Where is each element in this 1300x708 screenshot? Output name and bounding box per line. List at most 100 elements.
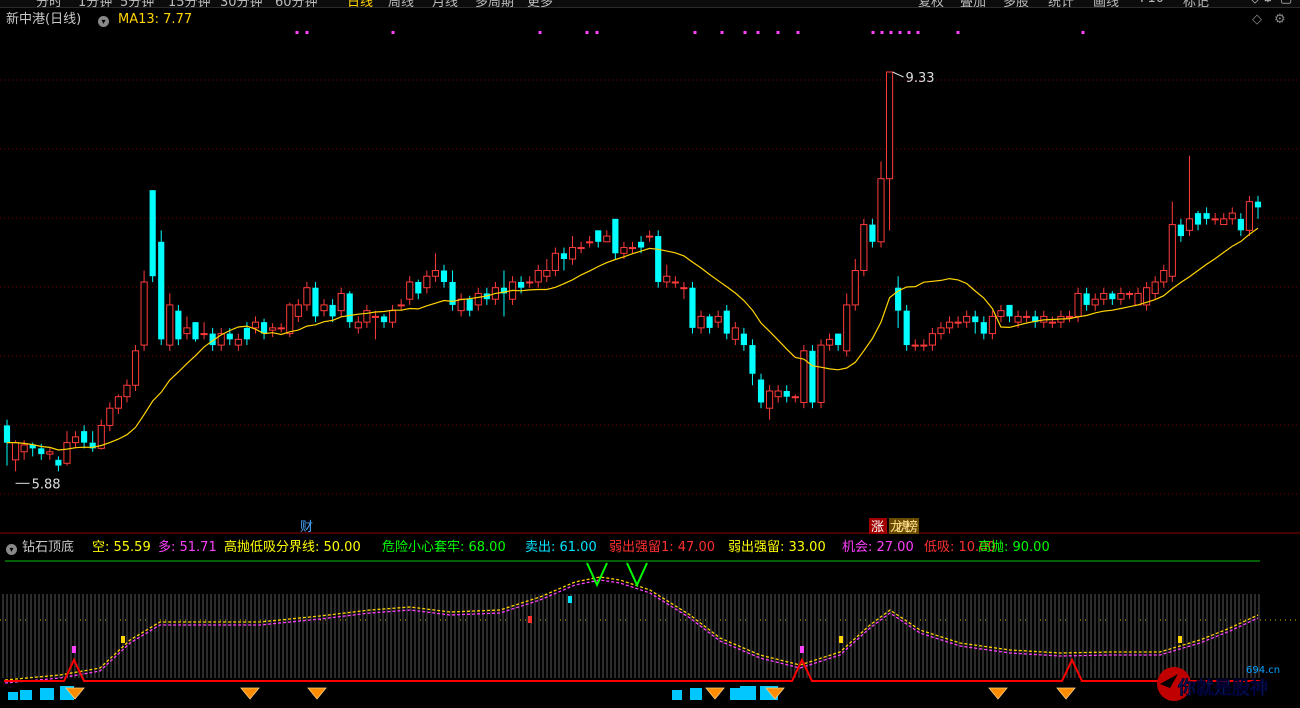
candle-body <box>158 241 165 340</box>
candle-body <box>431 270 440 277</box>
signal-dot <box>305 31 309 34</box>
candle-body <box>406 281 414 300</box>
indicator-legend-item: 高抛低吸分界线: 50.00 <box>224 540 361 555</box>
candle-body <box>1125 292 1134 295</box>
signal-dot <box>880 31 884 34</box>
buy-signal-v <box>626 562 648 588</box>
signal-dot <box>693 31 697 34</box>
candle-body <box>175 310 182 340</box>
candle-body <box>671 281 679 284</box>
candle-body <box>911 344 919 347</box>
candle-body <box>294 304 302 317</box>
candle-body <box>551 252 559 272</box>
candle-body <box>329 304 336 317</box>
candle-body <box>71 436 80 444</box>
candle-body <box>766 390 774 409</box>
candle-body <box>234 338 242 346</box>
candle-body <box>860 224 868 272</box>
candle-body <box>1237 218 1244 231</box>
candle-body <box>1091 298 1099 306</box>
volume-stripe <box>690 688 702 700</box>
signal-dot <box>871 31 875 34</box>
stock-title: 新中港(日线) <box>6 12 82 27</box>
candle-body <box>1109 293 1116 300</box>
indicator-legend-item: 空: 55.59 <box>92 540 151 555</box>
buy-signal-v <box>586 562 608 588</box>
candle-body <box>140 281 148 346</box>
candle-body <box>320 304 328 312</box>
candle-body <box>1117 292 1125 300</box>
signal-dot <box>889 31 893 34</box>
candle-body <box>388 310 397 323</box>
volume-stripe <box>40 688 54 700</box>
candle-body <box>963 315 971 323</box>
diamond-icon[interactable]: ◇ <box>1252 10 1262 30</box>
indicator-settings-icon[interactable]: ▾ <box>6 538 17 558</box>
candle-body <box>997 310 1005 317</box>
candle-body <box>637 241 645 248</box>
ma-value: MA13: 7.77 <box>118 12 193 27</box>
candle-body <box>791 396 799 399</box>
candle-body <box>346 293 353 323</box>
indicator-legend-item: 危险小心套牢: 68.00 <box>382 540 506 555</box>
volume-stripe <box>730 688 740 700</box>
signal-tick <box>1178 636 1182 643</box>
candle-body <box>243 327 251 340</box>
candle-body <box>131 350 140 386</box>
candle-body <box>809 350 816 403</box>
settings-icon[interactable]: ▾ <box>98 10 109 30</box>
watermark: 你就是股神 694.cn <box>1148 660 1298 704</box>
volume-stripe <box>8 692 18 700</box>
indicator-legend-item: 卖出: 61.00 <box>525 540 597 555</box>
candle-body <box>595 230 602 242</box>
candle-body <box>1228 212 1236 220</box>
candle-body <box>303 287 311 306</box>
candle-body <box>46 451 54 455</box>
candle-body <box>920 344 928 347</box>
svg-text:你就是股神: 你就是股神 <box>1177 677 1268 699</box>
candle-body <box>81 431 88 443</box>
low-label: 5.88 <box>32 477 61 492</box>
candle-body <box>706 316 713 328</box>
signal-tick <box>528 616 532 623</box>
watermark-logo: 你就是股神 694.cn <box>1157 665 1280 701</box>
signal-dot <box>907 31 911 34</box>
candle-body <box>723 310 730 334</box>
financial-report-marker[interactable]: 财 <box>300 520 313 535</box>
svg-text:694.cn: 694.cn <box>1246 665 1280 676</box>
signal-dot <box>776 31 780 34</box>
diamond-icon <box>307 687 327 700</box>
candle-body <box>877 178 885 243</box>
candle-body <box>286 304 294 335</box>
candle-body <box>1194 213 1202 225</box>
high-label: 9.33 <box>906 71 935 86</box>
candle-body <box>1048 321 1056 324</box>
high-arrow <box>892 71 904 78</box>
candle-body <box>380 316 388 323</box>
candle-body <box>945 321 954 329</box>
signal-dot <box>595 31 599 34</box>
candle-body <box>114 396 122 409</box>
candle-body <box>988 315 996 335</box>
candle-body <box>518 281 525 288</box>
candle-body <box>749 345 756 374</box>
candle-body <box>663 275 671 283</box>
candle-body <box>568 247 577 260</box>
candle-body <box>1014 315 1022 323</box>
candle-body <box>620 247 628 254</box>
candle-body <box>586 241 594 244</box>
candle-body <box>277 327 285 330</box>
candle-body <box>783 390 790 397</box>
kline-chart: 9.33 5.88 财 涨龙虎榜 <box>0 31 1300 700</box>
candle-body <box>697 315 705 329</box>
candle-body <box>1177 224 1184 237</box>
signal-tick <box>568 596 572 603</box>
candle-body <box>817 344 825 403</box>
zhang-marker[interactable]: 涨 <box>871 520 884 535</box>
candle-body <box>1203 213 1210 219</box>
candle-body <box>825 338 834 346</box>
candle-body <box>612 218 619 254</box>
longhu-marker[interactable]: 龙虎榜 <box>890 519 918 535</box>
candle-body <box>55 459 62 466</box>
gear-icon[interactable]: ⚙ <box>1274 10 1286 30</box>
